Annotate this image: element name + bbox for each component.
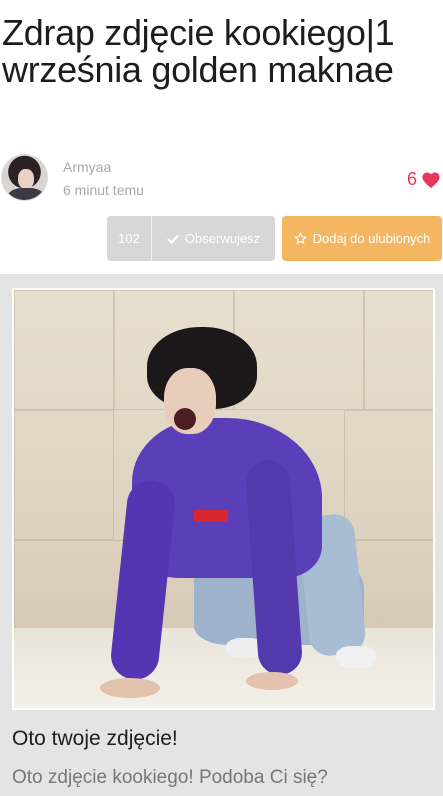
check-icon bbox=[167, 234, 179, 244]
author-row: Armyaa 6 minut temu 6 bbox=[0, 153, 443, 205]
add-to-favorites-button[interactable]: Dodaj do ulubionych bbox=[282, 216, 442, 261]
result-photo-frame bbox=[12, 288, 435, 710]
follow-group: 102 Obserwujesz bbox=[107, 216, 275, 261]
post-title: Zdrap zdjęcie kookiego|1 września golden… bbox=[2, 12, 395, 90]
author-name[interactable]: Armyaa bbox=[63, 159, 111, 175]
followers-count: 102 bbox=[107, 216, 152, 261]
likes-count: 6 bbox=[406, 169, 417, 189]
post-timestamp: 6 minut temu bbox=[63, 182, 144, 198]
follow-label: Obserwujesz bbox=[184, 231, 261, 246]
result-photo[interactable] bbox=[14, 290, 433, 708]
author-avatar[interactable] bbox=[1, 154, 48, 201]
likes-counter[interactable]: 6 bbox=[407, 169, 441, 190]
heart-icon bbox=[422, 171, 440, 188]
favorite-label: Dodaj do ulubionych bbox=[312, 231, 431, 246]
result-title: Oto twoje zdjęcie! bbox=[12, 727, 178, 750]
action-bar: 102 Obserwujesz Dodaj do ulubionych bbox=[0, 216, 443, 261]
star-outline-icon bbox=[293, 232, 307, 245]
follow-button[interactable]: Obserwujesz bbox=[152, 216, 275, 261]
result-description: Oto zdjęcie kookiego! Podoba Ci się? bbox=[12, 767, 328, 788]
